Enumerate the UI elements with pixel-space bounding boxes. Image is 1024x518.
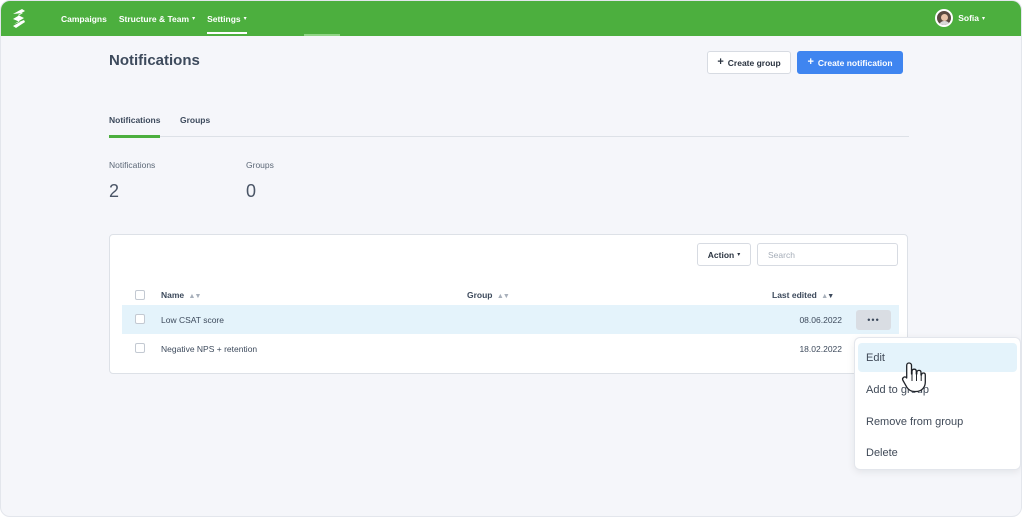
create-group-button[interactable]: + Create group [707, 51, 791, 74]
column-group-label: Group [467, 290, 493, 300]
tab-notifications[interactable]: Notifications [109, 107, 161, 138]
menu-item-edit[interactable]: Edit [858, 343, 1017, 372]
chevron-down-icon: ▾ [737, 252, 741, 258]
nav-campaigns-label: Campaigns [61, 13, 107, 24]
sort-icon[interactable]: ▲▼ [497, 293, 510, 300]
user-menu[interactable]: Sofia ▾ [935, 9, 985, 27]
main-nav: Campaigns Structure & Team ▾ Settings ▾ [61, 1, 259, 36]
search-input[interactable] [757, 243, 898, 266]
row-checkbox[interactable] [135, 343, 145, 353]
chevron-down-icon: ▾ [243, 16, 247, 22]
tab-groups[interactable]: Groups [180, 107, 210, 137]
menu-item-delete[interactable]: Delete [858, 438, 1017, 467]
column-header-name[interactable]: Name ▲▼ [161, 290, 202, 300]
create-notification-button[interactable]: + Create notification [797, 51, 903, 74]
stat-notifications-label: Notifications [109, 160, 156, 170]
plus-icon: + [717, 56, 724, 68]
brand-logo-icon[interactable] [10, 8, 28, 29]
plus-icon: + [807, 56, 814, 68]
nav-campaigns[interactable]: Campaigns [61, 1, 107, 36]
column-name-label: Name [161, 290, 185, 300]
column-header-last-edited[interactable]: Last edited ▲▼ [772, 290, 834, 300]
stat-notifications-value: 2 [109, 181, 120, 201]
action-dropdown-button[interactable]: Action ▾ [697, 243, 751, 266]
row-last-edited: 08.06.2022 [799, 315, 842, 325]
row-name[interactable]: Low CSAT score [161, 315, 224, 325]
app-window: Campaigns Structure & Team ▾ Settings ▾ … [0, 0, 1022, 517]
hand-pointer-icon [901, 362, 926, 393]
tab-bar: Notifications Groups [109, 107, 909, 138]
row-name[interactable]: Negative NPS + retention [161, 344, 257, 354]
column-last-edited-label: Last edited [772, 290, 817, 300]
sort-down-icon: ▼ [827, 293, 834, 300]
select-all-checkbox[interactable] [135, 290, 145, 300]
notifications-table: Action ▾ Name ▲▼ Group ▲▼ Last edited ▲▼… [109, 234, 908, 374]
sort-icon[interactable]: ▲▼ [821, 293, 834, 300]
nav-settings-label: Settings [207, 13, 241, 24]
column-header-group[interactable]: Group ▲▼ [467, 290, 510, 300]
nav-structure-team-label: Structure & Team [118, 13, 190, 24]
avatar[interactable] [935, 9, 954, 27]
more-options-button[interactable]: ••• [856, 310, 891, 330]
create-group-label: Create group [727, 57, 781, 68]
row-context-menu: Edit Add to group Remove from group Dele… [854, 337, 1021, 470]
menu-item-add-to-group[interactable]: Add to group [858, 375, 1017, 404]
stat-groups-label: Groups [246, 160, 274, 170]
table-row[interactable]: Negative NPS + retention 18.02.2022 [122, 334, 899, 363]
table-row[interactable]: Low CSAT score 08.06.2022 ••• [122, 305, 899, 334]
menu-item-remove-from-group[interactable]: Remove from group [858, 407, 1017, 436]
page-title: Notifications [109, 52, 200, 69]
user-name: Sofia [958, 13, 979, 23]
row-last-edited: 18.02.2022 [799, 344, 842, 354]
sort-down-icon: ▼ [502, 293, 510, 300]
create-notification-label: Create notification [817, 57, 893, 68]
sort-icon[interactable]: ▲▼ [189, 293, 202, 300]
sort-down-icon: ▼ [194, 293, 201, 300]
nav-structure-team[interactable]: Structure & Team ▾ [119, 1, 195, 36]
chevron-down-icon: ▾ [192, 16, 196, 22]
action-label: Action [707, 249, 735, 260]
row-checkbox[interactable] [135, 314, 145, 324]
stat-groups-value: 0 [246, 181, 257, 201]
nav-indicator [304, 34, 340, 36]
nav-settings[interactable]: Settings ▾ [207, 1, 247, 36]
top-navigation-bar: Campaigns Structure & Team ▾ Settings ▾ … [1, 1, 1021, 36]
chevron-down-icon: ▾ [981, 15, 985, 22]
